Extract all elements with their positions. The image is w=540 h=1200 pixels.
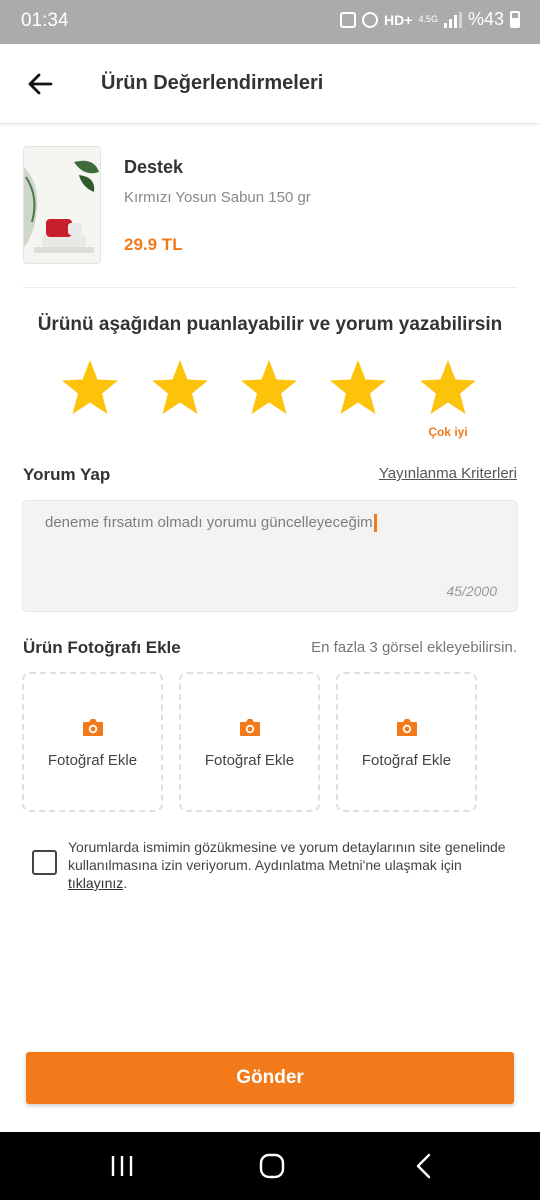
home-icon[interactable] <box>256 1152 288 1180</box>
review-textarea[interactable]: deneme fırsatım olmadı yorumu güncelleye… <box>22 500 518 612</box>
alarm-icon <box>362 11 379 28</box>
add-photo-slot-1[interactable]: Fotoğraf Ekle <box>22 672 163 812</box>
review-text: deneme fırsatım olmadı yorumu güncelleye… <box>45 514 373 531</box>
rating-caption: Çok iyi <box>428 425 468 439</box>
divider <box>23 287 517 288</box>
arrow-left-icon[interactable] <box>26 70 54 98</box>
publishing-criteria-link[interactable]: Yayınlanma Kriterleri <box>379 465 517 482</box>
recent-apps-icon[interactable] <box>106 1152 138 1180</box>
star-icon[interactable] <box>60 358 120 418</box>
camera-icon <box>83 719 103 736</box>
star-icon[interactable] <box>328 358 388 418</box>
notification-icon <box>340 11 357 28</box>
camera-icon <box>397 719 417 736</box>
product-price: 29.9 TL <box>124 235 183 254</box>
system-navigation-bar <box>0 1132 540 1200</box>
product-brand: Destek <box>124 157 184 177</box>
review-label: Yorum Yap <box>23 465 111 484</box>
add-photo-slot-2[interactable]: Fotoğraf Ekle <box>179 672 320 812</box>
network-gen-label: 4.5G <box>418 14 438 24</box>
star-icon[interactable] <box>150 358 210 418</box>
status-time: 01:34 <box>21 10 69 31</box>
page-title: Ürün Değerlendirmeleri <box>101 72 324 94</box>
consent-body: Yorumlarda ismimin gözükmesine ve yorum … <box>68 839 506 873</box>
star-icon[interactable] <box>239 358 299 418</box>
submit-button[interactable]: Gönder <box>26 1052 514 1104</box>
rating-prompt: Ürünü aşağıdan puanlayabilir ve yorum ya… <box>37 314 503 335</box>
star-rating <box>0 358 540 422</box>
consent-text: Yorumlarda ismimin gözükmesine ve yorum … <box>68 838 508 892</box>
text-caret <box>373 514 377 533</box>
network-hd-label: HD+ <box>384 11 413 28</box>
app-header: Ürün Değerlendirmeleri <box>0 44 540 124</box>
product-name: Kırmızı Yosun Sabun 150 gr <box>124 189 311 206</box>
add-photo-label: Fotoğraf Ekle <box>204 752 295 769</box>
add-photo-label: Fotoğraf Ekle <box>361 752 452 769</box>
back-nav-icon[interactable] <box>408 1152 440 1180</box>
consent-checkbox[interactable] <box>32 850 57 875</box>
add-photo-label: Fotoğraf Ekle <box>47 752 138 769</box>
photo-section-label: Ürün Fotoğrafı Ekle <box>23 638 181 657</box>
status-bar: 01:34 HD+ 4.5G %43 <box>0 0 540 44</box>
battery-percent: %43 <box>467 9 504 29</box>
character-counter: 45/2000 <box>446 583 497 599</box>
product-image <box>23 146 101 264</box>
consent-suffix: . <box>123 875 128 891</box>
photo-limit-hint: En fazla 3 görsel ekleyebilirsin. <box>311 639 517 656</box>
star-icon[interactable] <box>418 358 478 418</box>
disclosure-link[interactable]: tıklayınız <box>68 875 123 891</box>
camera-icon <box>240 719 260 736</box>
status-icons: HD+ 4.5G %43 <box>340 9 520 30</box>
add-photo-slot-3[interactable]: Fotoğraf Ekle <box>336 672 477 812</box>
battery-icon <box>510 11 520 28</box>
signal-icon <box>443 11 462 28</box>
